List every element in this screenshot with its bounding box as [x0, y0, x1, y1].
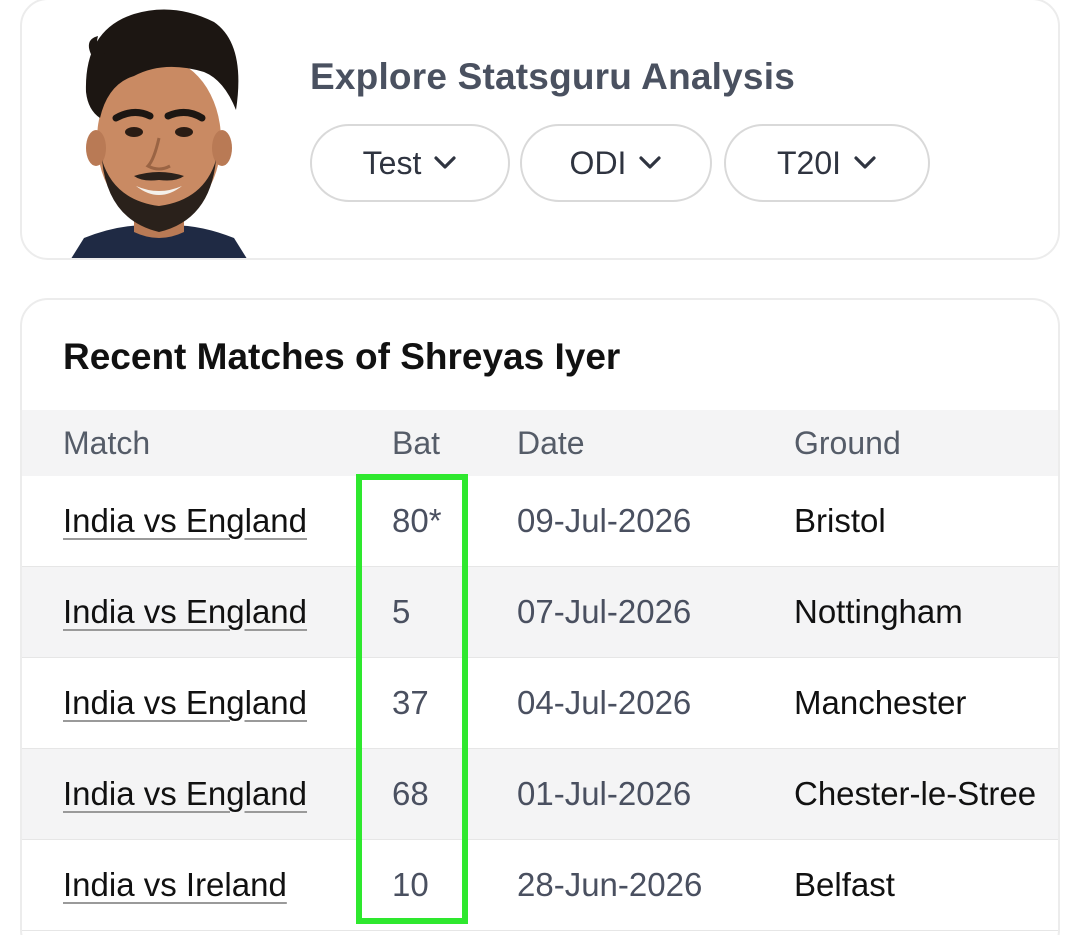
player-header-card: Explore Statsguru Analysis Test ODI T20I — [20, 0, 1060, 260]
test-label: Test — [362, 144, 422, 181]
recent-matches-card: Recent Matches of Shreyas Iyer Match Bat… — [20, 298, 1060, 935]
match-ground: Bristol — [794, 502, 886, 539]
match-link[interactable]: India vs England — [63, 502, 307, 540]
chevron-down-icon — [434, 156, 456, 169]
t20i-format-dropdown[interactable]: T20I — [724, 124, 930, 202]
match-ground: Nottingham — [794, 593, 963, 630]
bat-score: 37 — [392, 684, 429, 721]
bat-score: 68 — [392, 775, 429, 812]
explore-statsguru-title: Explore Statsguru Analysis — [310, 56, 795, 97]
recent-matches-table: Match Bat Date Ground India vs England 8… — [22, 410, 1058, 931]
table-row: India vs England 68 01-Jul-2026 Chester-… — [22, 749, 1058, 840]
table-row: India vs Ireland 10 28-Jun-2026 Belfast — [22, 840, 1058, 931]
table-row: India vs England 80* 09-Jul-2026 Bristol — [22, 476, 1058, 567]
match-ground: Chester-le-Stree — [794, 775, 1037, 812]
odi-format-dropdown[interactable]: ODI — [520, 124, 712, 202]
match-ground: Belfast — [794, 866, 895, 903]
recent-matches-title: Recent Matches of Shreyas Iyer — [63, 336, 621, 377]
match-date: 07-Jul-2026 — [517, 593, 692, 630]
match-link[interactable]: India vs Ireland — [63, 866, 287, 904]
column-header-bat: Bat — [392, 424, 441, 461]
chevron-down-icon — [639, 156, 662, 169]
page: Explore Statsguru Analysis Test ODI T20I… — [0, 0, 1080, 935]
column-header-ground: Ground — [794, 424, 901, 461]
test-format-dropdown[interactable]: Test — [310, 124, 510, 202]
match-link[interactable]: India vs England — [63, 593, 307, 631]
player-photo — [71, 9, 247, 258]
match-date: 28-Jun-2026 — [517, 866, 703, 903]
match-date: 04-Jul-2026 — [517, 684, 692, 721]
odi-label: ODI — [569, 144, 627, 181]
match-ground: Manchester — [794, 684, 967, 721]
match-link[interactable]: India vs England — [63, 775, 307, 813]
bat-score: 5 — [392, 593, 411, 630]
match-date: 01-Jul-2026 — [517, 775, 692, 812]
chevron-down-icon — [854, 156, 876, 169]
bat-score: 10 — [392, 866, 429, 903]
column-header-match: Match — [63, 424, 151, 461]
table-header-row: Match Bat Date Ground — [22, 410, 1058, 476]
t20i-label: T20I — [776, 144, 842, 181]
bat-score: 80* — [392, 502, 442, 539]
match-date: 09-Jul-2026 — [517, 502, 692, 539]
match-link[interactable]: India vs England — [63, 684, 307, 722]
table-row: India vs England 37 04-Jul-2026 Manchest… — [22, 658, 1058, 749]
column-header-date: Date — [517, 424, 585, 461]
table-row: India vs England 5 07-Jul-2026 Nottingha… — [22, 567, 1058, 658]
